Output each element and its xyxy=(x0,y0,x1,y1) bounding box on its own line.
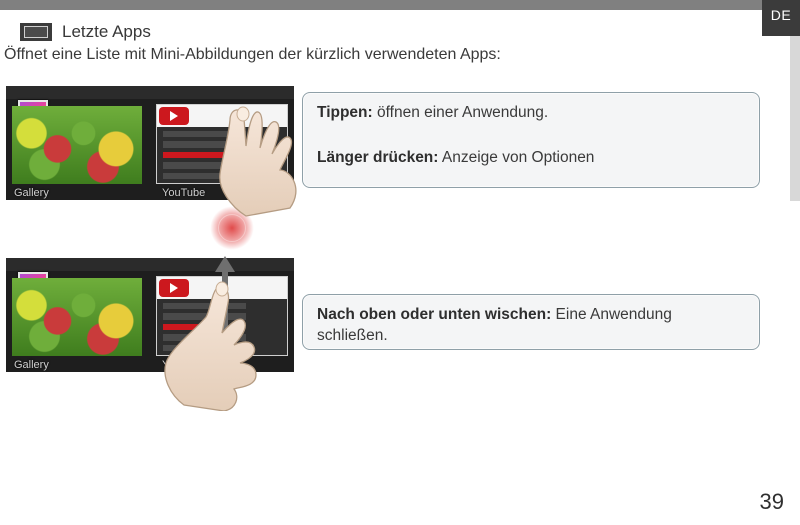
recent-apps-icon xyxy=(20,23,52,41)
status-bar xyxy=(6,258,294,271)
section-heading: Letzte Apps xyxy=(20,22,151,42)
gallery-label: Gallery xyxy=(14,359,49,371)
tap-label: Tippen: xyxy=(317,104,373,121)
hold-text: Anzeige von Optionen xyxy=(438,149,594,166)
callout-tap-hold: Tippen: öffnen einer Anwendung. Länger d… xyxy=(302,92,760,188)
section-title: Letzte Apps xyxy=(62,22,151,42)
callout-swipe: Nach oben oder unten wischen: Eine Anwen… xyxy=(302,294,760,350)
gallery-thumb xyxy=(12,278,142,356)
youtube-label: YouTube xyxy=(162,187,205,199)
gallery-label: Gallery xyxy=(14,187,49,199)
page-number: 39 xyxy=(760,489,784,515)
top-bar xyxy=(0,0,800,10)
intro-text: Öffnet eine Liste mit Mini-Abbildungen d… xyxy=(4,46,501,64)
language-tab: DE xyxy=(762,0,800,36)
hand-icon xyxy=(156,281,266,411)
play-icon xyxy=(159,107,189,125)
side-strip xyxy=(790,36,800,201)
tap-text: öffnen einer Anwendung. xyxy=(373,104,549,121)
hold-label: Länger drücken: xyxy=(317,149,438,166)
gallery-thumb xyxy=(12,106,142,184)
swipe-label: Nach oben oder unten wischen: xyxy=(317,306,551,323)
